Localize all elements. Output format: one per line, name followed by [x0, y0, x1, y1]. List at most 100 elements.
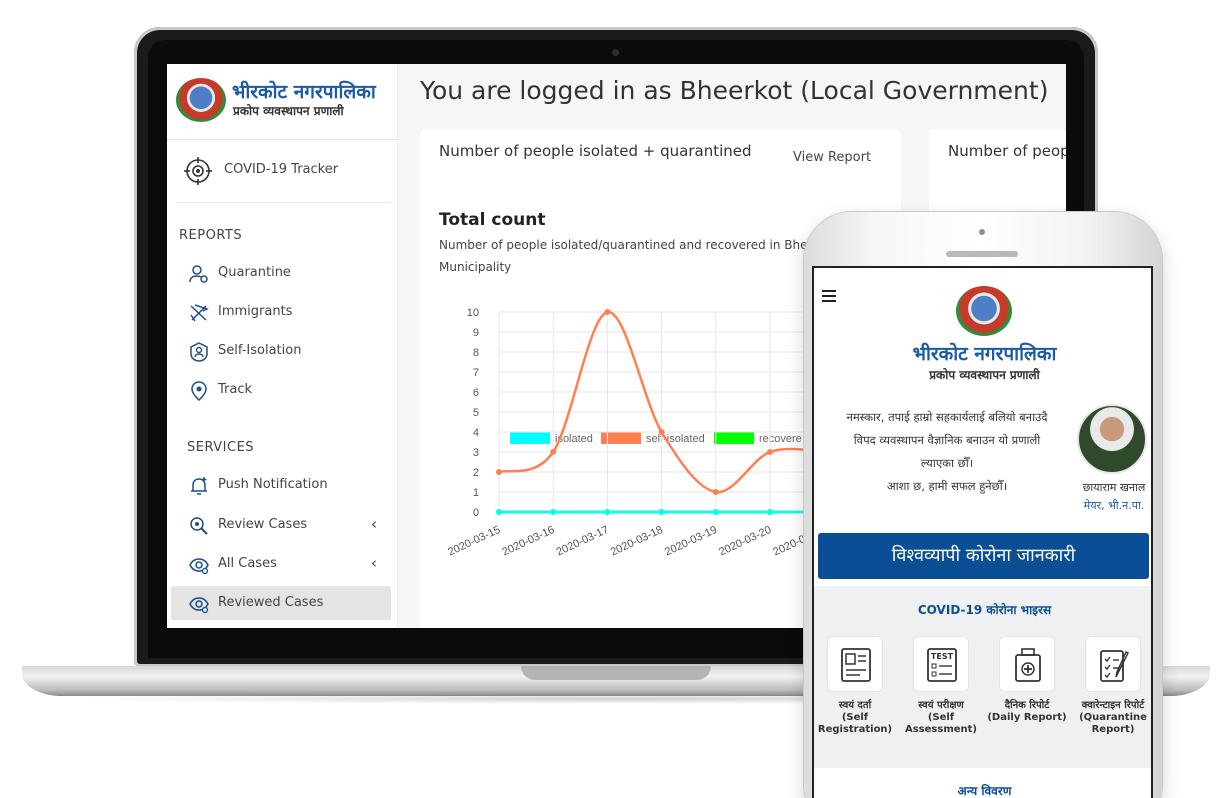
chevron-left-icon[interactable]: ‹: [371, 554, 377, 572]
checklist-icon: [1100, 650, 1129, 682]
sidebar-item-track[interactable]: Track: [171, 373, 391, 407]
daily-report-tile[interactable]: दैनिक रिपोर्ट (Daily Report): [987, 636, 1067, 746]
phone-screen: भीरकोट नगरपालिका प्रकोप व्यवस्थापन प्रणा…: [812, 266, 1153, 798]
data-point-isolated: [550, 509, 557, 515]
data-point-self-isolated: [658, 429, 665, 435]
phone-speaker: [946, 251, 1018, 257]
sidebar-item-label: Push Notification: [218, 477, 328, 492]
tile-box: TEST: [913, 636, 969, 692]
sidebar-item-label: Review Cases: [218, 517, 308, 532]
brand-title: भीरकोट नगरपालिका: [232, 81, 376, 103]
x-tick-label: 2020-03-19: [663, 524, 719, 559]
self-registration-tile[interactable]: स्वयं दर्ता (Self Registration): [815, 636, 895, 746]
x-tick-label: 2020-03-16: [500, 524, 556, 559]
covid-tracker-label: COVID-19 Tracker: [224, 162, 339, 177]
y-tick-label: 0: [473, 507, 479, 519]
search-gear-icon: [190, 517, 208, 535]
sidebar-item-push-notification[interactable]: Push Notification: [171, 468, 391, 502]
y-tick-label: 7: [473, 367, 479, 379]
sidebar-item-label: Immigrants: [218, 304, 293, 319]
data-point-self-isolated: [712, 489, 719, 495]
self-assessment-tile[interactable]: TEST स्वयं परीक्षण (Self Assessment): [901, 636, 981, 746]
hamburger-menu-icon[interactable]: [822, 290, 836, 302]
legend-label: self-isolated: [646, 433, 705, 445]
greeting-line: विपद व्यवस्थापन वैज्ञानिक बनाउन यो प्रणा…: [853, 433, 1041, 447]
sidebar-item-label: Track: [218, 382, 253, 397]
x-tick-label: 2020-03-20: [717, 524, 773, 559]
quarantine-report-tile[interactable]: क्वारेन्टाइन रिपोर्ट (Quarantine Report): [1073, 636, 1151, 746]
user-gear-icon: [189, 265, 208, 283]
data-point-isolated: [658, 509, 665, 515]
y-tick-label: 2: [473, 467, 479, 479]
mayor-name: छायाराम खनाल: [1082, 481, 1146, 494]
card-heading: Number of peop: [948, 142, 1066, 160]
greeting-line: ल्याएका छौँ।: [920, 456, 974, 470]
mayor-photo: [1077, 404, 1147, 474]
tile-caption: क्वारेन्टाइन रिपोर्ट (Quarantine Report): [1079, 700, 1147, 735]
brand-header[interactable]: भीरकोट नगरपालिका प्रकोप व्यवस्थापन प्रणा…: [167, 64, 398, 140]
other-details-title: अन्य विवरण: [957, 784, 1012, 798]
isolation-icon: [190, 342, 208, 362]
x-tick-label: 2020-03-18: [609, 524, 665, 559]
y-tick-label: 9: [473, 327, 479, 339]
total-count-subtitle-cont: Municipality: [439, 260, 512, 274]
data-point-self-isolated: [604, 309, 611, 315]
data-point-isolated: [712, 509, 719, 515]
medical-box-icon: [1015, 648, 1041, 682]
tile-box: [1085, 636, 1141, 692]
total-count-subtitle: Number of people isolated/quarantined an…: [439, 238, 815, 252]
chevron-left-icon[interactable]: ‹: [371, 515, 377, 533]
emblem-logo: [956, 286, 1012, 336]
data-point-self-isolated: [767, 449, 773, 455]
laptop-notch: [521, 666, 711, 680]
sidebar-item-review-cases[interactable]: Review Cases ‹: [171, 508, 391, 542]
y-tick-label: 1: [473, 487, 479, 499]
data-point-isolated: [767, 509, 773, 515]
y-tick-label: 8: [473, 347, 479, 359]
svg-text:TEST: TEST: [931, 652, 954, 661]
sidebar-item-all-cases[interactable]: All Cases ‹: [171, 547, 391, 581]
page-title: You are logged in as Bheerkot (Local Gov…: [420, 76, 1049, 105]
sidebar-item-immigrants[interactable]: Immigrants: [171, 295, 391, 329]
y-tick-label: 4: [473, 427, 479, 439]
sidebar-item-self-isolation[interactable]: Self-Isolation: [171, 334, 391, 368]
brand-subtitle: प्रकोप व्यवस्थापन प्रणाली: [233, 104, 344, 118]
legend-swatch: [714, 432, 754, 444]
y-tick-label: 6: [473, 387, 479, 399]
bell-plus-icon: [191, 477, 207, 495]
tile-box: [827, 636, 883, 692]
mayor-role: मेयर, भी.न.पा.: [1083, 499, 1145, 512]
data-point-self-isolated: [550, 449, 557, 455]
x-tick-label: 2020-03-15: [446, 524, 502, 559]
greeting-line: नमस्कार, तपाई हाम्रो सहकार्यलाई बलियो बन…: [846, 410, 1048, 424]
x-tick-label: 2020-03-17: [555, 524, 611, 559]
phone-camera: [979, 229, 985, 235]
location-pin-icon: [191, 381, 207, 401]
laptop-camera: [612, 49, 619, 56]
card-heading: Number of people isolated + quarantined: [439, 142, 752, 160]
y-tick-label: 3: [473, 447, 479, 459]
data-point-self-isolated: [496, 469, 502, 475]
sidebar-item-label: All Cases: [218, 556, 277, 571]
sidebar-item-label: Quarantine: [218, 265, 291, 280]
emblem-logo: [176, 78, 226, 122]
tile-caption: स्वयं दर्ता (Self Registration): [817, 700, 893, 735]
y-tick-label: 10: [467, 307, 479, 319]
view-report-link[interactable]: View Report: [793, 150, 871, 165]
global-corona-info-button[interactable]: विश्वव्यापी कोरोना जानकारी: [818, 533, 1149, 579]
data-point-isolated: [604, 509, 611, 515]
sidebar-item-label: Self-Isolation: [218, 343, 302, 358]
y-tick-label: 5: [473, 407, 479, 419]
sidebar-item-reviewed-cases[interactable]: Reviewed Cases: [171, 586, 391, 620]
app-subtitle: प्रकोप व्यवस्थापन प्रणाली: [929, 368, 1040, 382]
app-title: भीरकोट नगरपालिका: [912, 343, 1057, 365]
eye-gear-icon: [189, 597, 209, 614]
covid-tracker-link[interactable]: COVID-19 Tracker: [183, 154, 393, 188]
covid-section-title: COVID-19 कोरोना भाइरस: [917, 603, 1052, 617]
airplane-icon: [190, 304, 209, 322]
sidebar-item-quarantine[interactable]: Quarantine: [171, 256, 391, 290]
tile-caption: स्वयं परीक्षण (Self Assessment): [904, 700, 977, 735]
sidebar: भीरकोट नगरपालिका प्रकोप व्यवस्थापन प्रणा…: [167, 64, 398, 628]
reports-section-title: REPORTS: [179, 228, 243, 243]
services-section-title: SERVICES: [187, 440, 255, 455]
